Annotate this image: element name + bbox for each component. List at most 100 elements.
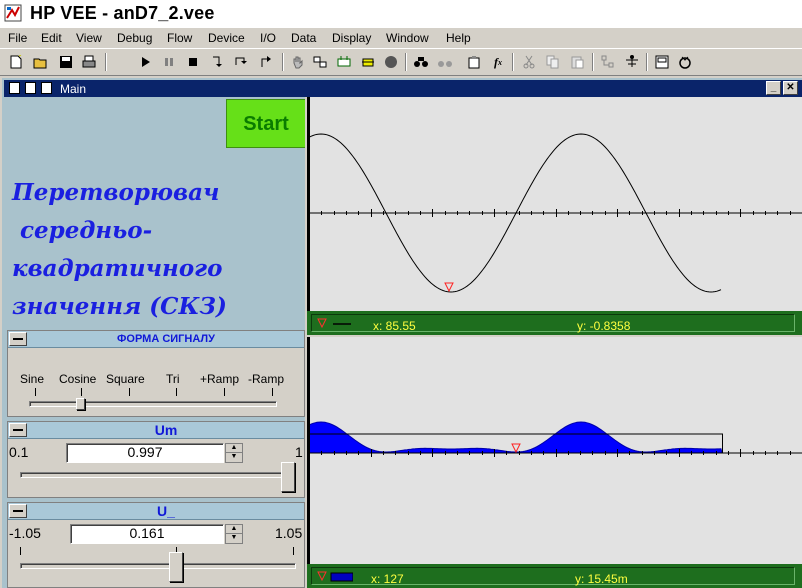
waveform-slider-thumb[interactable] [76, 398, 85, 410]
waveform-plot [308, 97, 802, 311]
waveform-marker-y: y: -0.8358 [577, 319, 631, 333]
um-min-label: 0.1 [9, 444, 29, 460]
menu-help[interactable]: Help [446, 31, 471, 45]
spin-up-icon[interactable]: ▲ [226, 525, 242, 534]
detail-view-icon[interactable] [25, 82, 36, 94]
stop-icon[interactable] [185, 54, 201, 70]
save-icon[interactable] [58, 54, 74, 70]
find-icon[interactable] [413, 54, 429, 70]
find-next-icon[interactable] [437, 54, 453, 70]
copy-icon[interactable] [545, 54, 561, 70]
toolbar-separator [646, 53, 648, 71]
waveform-graph[interactable] [307, 97, 802, 311]
window-menu-icon[interactable] [9, 82, 20, 94]
start-button[interactable]: Start [226, 99, 306, 148]
waveform-slider-track[interactable] [29, 401, 277, 407]
marker-legend-icon [317, 571, 353, 582]
menu-flow[interactable]: Flow [167, 31, 192, 45]
hp-vee-app-icon [4, 4, 22, 22]
properties-icon[interactable] [466, 54, 482, 70]
breakpoint-icon[interactable] [383, 54, 399, 70]
cut-icon[interactable] [521, 54, 537, 70]
toolbar-separator [105, 53, 107, 71]
waveform-panel-header: ФОРМА СИГНАЛУ [8, 331, 304, 348]
function-icon[interactable]: fx [490, 54, 506, 70]
show-data-flow-icon[interactable] [312, 54, 328, 70]
print-icon[interactable] [81, 54, 97, 70]
toolbar-separator [592, 53, 594, 71]
option-cosine[interactable]: Cosine [59, 372, 96, 386]
menu-bar: File Edit View Debug Flow Device I/O Dat… [0, 28, 802, 48]
um-slider-track[interactable] [20, 472, 296, 478]
menu-debug[interactable]: Debug [117, 31, 152, 45]
show-execution-flow-icon[interactable] [336, 54, 352, 70]
panel-view-toggle-icon[interactable] [41, 82, 52, 94]
waveform-marker-x: x: 85.55 [373, 319, 416, 333]
collapse-um-button[interactable] [9, 423, 27, 437]
menu-view[interactable]: View [76, 31, 102, 45]
menu-data[interactable]: Data [291, 31, 316, 45]
menu-io[interactable]: I/O [260, 31, 276, 45]
menu-device[interactable]: Device [208, 31, 245, 45]
step-into-icon[interactable] [209, 54, 225, 70]
step-over-icon[interactable] [233, 54, 249, 70]
tick-mark [272, 388, 273, 396]
rectified-plot [308, 337, 802, 564]
create-user-object-icon[interactable] [600, 54, 616, 70]
u-offset-slider-track[interactable] [20, 563, 296, 569]
um-panel-title: Um [154, 422, 178, 438]
um-panel: Um 0.1 1 0.997 ▲ ▼ [7, 421, 305, 498]
minimize-button[interactable]: _ [766, 81, 781, 95]
settings-icon[interactable] [677, 54, 693, 70]
u-offset-panel-header: U_ [8, 503, 304, 520]
spin-down-icon[interactable]: ▼ [226, 534, 242, 543]
title-line-3: квадратичного [12, 255, 223, 282]
menu-edit[interactable]: Edit [41, 31, 62, 45]
collapse-u-offset-button[interactable] [9, 504, 27, 518]
run-icon[interactable] [138, 54, 154, 70]
u-offset-max-label: 1.05 [275, 525, 303, 541]
menu-window[interactable]: Window [386, 31, 429, 45]
collapse-waveform-button[interactable] [9, 332, 27, 346]
toolbar-separator [282, 53, 284, 71]
um-panel-header: Um [8, 422, 304, 439]
u-offset-spinner[interactable]: ▲ ▼ [225, 524, 243, 544]
option-minus-ramp[interactable]: -Ramp [248, 372, 284, 386]
open-icon[interactable] [33, 54, 49, 70]
tick-mark [129, 388, 130, 396]
marker-triangle [444, 282, 454, 293]
waveform-panel: ФОРМА СИГНАЛУ Sine Cosine Square Tri +Ra… [7, 330, 305, 417]
waveform-marker-readout: x: 85.55 y: -0.8358 [307, 311, 802, 335]
tick-mark [35, 388, 36, 396]
menu-display[interactable]: Display [332, 31, 371, 45]
pause-icon[interactable] [161, 54, 177, 70]
um-value-field[interactable]: 0.997 [66, 443, 224, 463]
waveform-readout-frame: x: 85.55 y: -0.8358 [311, 314, 795, 333]
paste-icon[interactable] [569, 54, 585, 70]
spin-down-icon[interactable]: ▼ [226, 453, 242, 462]
option-tri[interactable]: Tri [166, 372, 180, 386]
um-spinner[interactable]: ▲ ▼ [225, 443, 243, 463]
tick-mark [224, 388, 225, 396]
close-button[interactable]: ✕ [783, 81, 798, 95]
u-offset-min-label: -1.05 [9, 525, 41, 541]
toolbar-separator [512, 53, 514, 71]
title-line-1: Перетворювач [12, 179, 220, 206]
app-title: HP VEE - anD7_2.vee [30, 3, 215, 23]
option-plus-ramp[interactable]: +Ramp [200, 372, 239, 386]
spin-up-icon[interactable]: ▲ [226, 444, 242, 453]
line-probe-icon[interactable] [360, 54, 376, 70]
panel-view-icon[interactable] [654, 54, 670, 70]
new-icon[interactable] [8, 54, 24, 70]
hand-icon[interactable] [290, 54, 306, 70]
um-slider-thumb[interactable] [281, 462, 295, 492]
u-offset-value-field[interactable]: 0.161 [70, 524, 224, 544]
option-sine[interactable]: Sine [20, 372, 44, 386]
step-out-icon[interactable] [258, 54, 274, 70]
rectified-graph[interactable] [307, 337, 802, 564]
tree-icon[interactable] [624, 54, 640, 70]
menu-file[interactable]: File [8, 31, 27, 45]
option-square[interactable]: Square [106, 372, 145, 386]
u-offset-slider-thumb[interactable] [169, 552, 183, 582]
waveform-panel-title: ФОРМА СИГНАЛУ [117, 333, 215, 345]
